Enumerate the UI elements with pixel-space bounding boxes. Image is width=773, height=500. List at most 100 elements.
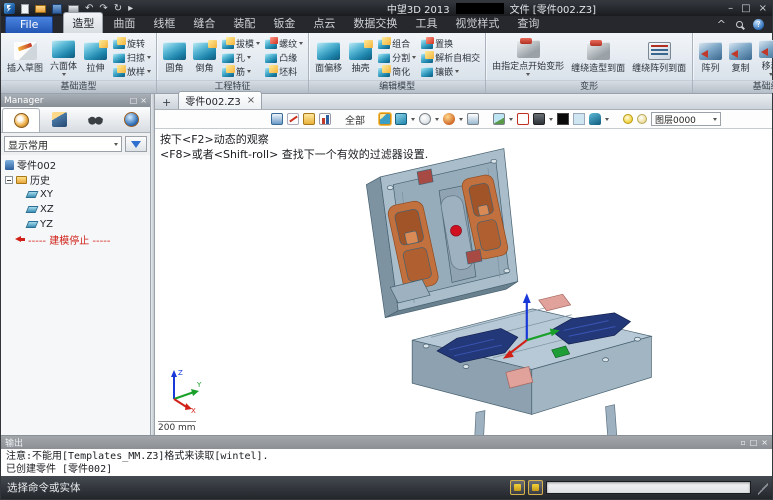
chamfer-button[interactable]: 倒角 — [191, 41, 218, 75]
layer-select[interactable]: 图层0000 — [651, 112, 721, 126]
document-tab[interactable]: 零件002.Z3 × — [178, 91, 262, 109]
tab-dataexchange[interactable]: 数据交换 — [345, 13, 405, 33]
view-orientation-icon[interactable] — [379, 113, 391, 125]
pick-filter-all[interactable]: 全部 — [345, 112, 365, 127]
display-filter-select[interactable]: 显示常用 — [4, 136, 122, 152]
wrap-shape-to-face-button[interactable]: 缠绕造型到面 — [569, 41, 627, 75]
rib-button[interactable]: 筋 — [221, 65, 261, 78]
light-off-icon[interactable] — [637, 114, 647, 124]
tab-visualstyle[interactable]: 视觉样式 — [447, 13, 507, 33]
light-on-icon[interactable] — [623, 114, 633, 124]
insert-sketch-button[interactable]: 插入草图 — [5, 41, 45, 75]
tab-tools[interactable]: 工具 — [407, 13, 445, 33]
extrude-button[interactable]: 拉伸 — [82, 41, 109, 75]
search-icon[interactable] — [736, 21, 743, 28]
stock-button[interactable]: 坯料 — [264, 65, 304, 78]
revolve-button[interactable]: 旋转 — [112, 37, 152, 50]
status-echo-icon[interactable] — [528, 480, 543, 495]
manager-close-button[interactable]: × — [140, 96, 147, 105]
save-icon[interactable] — [52, 4, 62, 14]
output-float-button[interactable]: □ — [750, 438, 758, 447]
dropdown-arrow-icon[interactable] — [411, 118, 415, 121]
status-filter-icon[interactable] — [510, 480, 525, 495]
lip-button[interactable]: 凸缘 — [264, 51, 304, 64]
tab-surface[interactable]: 曲面 — [105, 13, 143, 33]
tree-item-history[interactable]: 历史 — [5, 172, 150, 187]
move-button[interactable]: 移动 — [757, 39, 773, 77]
regen-history-icon[interactable] — [271, 113, 283, 125]
display-attr-icon[interactable] — [533, 113, 545, 125]
manager-tab-history[interactable] — [2, 108, 40, 132]
hole-button[interactable]: 孔 — [221, 51, 261, 64]
manager-tab-view[interactable] — [114, 107, 150, 132]
face-offset-button[interactable]: 面偏移 — [313, 41, 344, 75]
tree-item-xz-plane[interactable]: XZ — [5, 202, 150, 217]
loft-button[interactable]: 放样 — [112, 65, 152, 78]
resize-grip[interactable] — [758, 481, 768, 495]
viewport[interactable]: 按下<F2>动态的观察 <F8>或者<Shift-roll> 查找下一个有效的过… — [155, 129, 772, 435]
tab-inquire[interactable]: 查询 — [509, 13, 547, 33]
close-button[interactable]: × — [759, 3, 767, 14]
tab-sheetmetal[interactable]: 钣金 — [265, 13, 303, 33]
wireframe-mode-icon[interactable] — [419, 113, 431, 125]
collapse-ribbon-icon[interactable]: ^ — [717, 18, 726, 31]
fillet-button[interactable]: 圆角 — [161, 41, 188, 75]
dropdown-arrow-icon[interactable] — [509, 118, 513, 121]
thread-button[interactable]: 螺纹 — [264, 37, 304, 50]
tab-sew[interactable]: 缝合 — [185, 13, 223, 33]
analyze-icon[interactable] — [319, 113, 331, 125]
output-pin-button[interactable]: ▫ — [740, 438, 745, 447]
new-tab-button[interactable]: + — [159, 96, 174, 109]
morph-from-point-button[interactable]: 由指定点开始变形 — [490, 39, 566, 77]
dropdown-arrow-icon[interactable] — [605, 118, 609, 121]
simplify-button[interactable]: 简化 — [377, 65, 417, 78]
tree-item-part[interactable]: 零件002 — [5, 157, 150, 172]
copy-button[interactable]: 复制 — [727, 41, 754, 75]
output-log[interactable]: 注意:不能用[Templates_MM.Z3]格式来读取[wintel]. 已创… — [1, 449, 772, 478]
background-icon[interactable] — [467, 113, 479, 125]
erase-icon[interactable] — [287, 113, 299, 125]
dropdown-arrow-icon[interactable] — [459, 118, 463, 121]
play-icon[interactable]: ▸ — [128, 4, 133, 14]
tab-close-icon[interactable]: × — [247, 95, 255, 106]
maximize-button[interactable]: □ — [741, 3, 750, 14]
material-icon[interactable] — [589, 113, 601, 125]
tab-shape[interactable]: 造型 — [63, 12, 103, 33]
tab-assembly[interactable]: 装配 — [225, 13, 263, 33]
open-file-icon[interactable] — [35, 5, 46, 13]
tab-pointcloud[interactable]: 点云 — [305, 13, 343, 33]
shell-button[interactable]: 抽壳 — [347, 41, 374, 75]
draft-button[interactable]: 拔模 — [221, 37, 261, 50]
app-logo-icon[interactable] — [4, 3, 15, 14]
inlay-button[interactable]: 镶嵌 — [420, 65, 481, 78]
mold-assembly-model[interactable] — [155, 129, 772, 435]
tree-item-history-stop[interactable]: ----- 建模停止 ----- — [5, 232, 150, 247]
wrap-pattern-to-face-button[interactable]: 缠绕阵列到面 — [630, 41, 688, 75]
dropdown-arrow-icon[interactable] — [549, 118, 553, 121]
minimize-button[interactable]: – — [728, 3, 733, 14]
pattern-button[interactable]: 阵列 — [697, 41, 724, 75]
manager-float-button[interactable]: □ — [130, 96, 138, 105]
status-input[interactable] — [546, 481, 751, 494]
layer-manager-icon[interactable] — [303, 113, 315, 125]
new-file-icon[interactable] — [21, 4, 29, 14]
color-swatch-black[interactable] — [557, 113, 569, 125]
manager-tab-roles[interactable] — [41, 107, 77, 132]
shade-mode-icon[interactable] — [395, 113, 407, 125]
image-icon[interactable] — [493, 113, 505, 125]
manager-tab-visibility[interactable] — [78, 107, 114, 132]
regen-icon[interactable]: ↻ — [114, 4, 122, 14]
divide-button[interactable]: 分割 — [377, 51, 417, 64]
combine-button[interactable]: 组合 — [377, 37, 417, 50]
file-menu-button[interactable]: File — [5, 16, 53, 34]
color-swatch-lightblue[interactable] — [573, 113, 585, 125]
tree-item-yz-plane[interactable]: YZ — [5, 217, 150, 232]
sweep-button[interactable]: 扫掠 — [112, 51, 152, 64]
dropdown-arrow-icon[interactable] — [435, 118, 439, 121]
tab-wireframe[interactable]: 线框 — [145, 13, 183, 33]
tree-item-xy-plane[interactable]: XY — [5, 187, 150, 202]
replace-button[interactable]: 置换 — [420, 37, 481, 50]
render-style-icon[interactable] — [443, 113, 455, 125]
filter-button[interactable] — [125, 136, 147, 152]
help-icon[interactable]: ? — [753, 19, 764, 30]
